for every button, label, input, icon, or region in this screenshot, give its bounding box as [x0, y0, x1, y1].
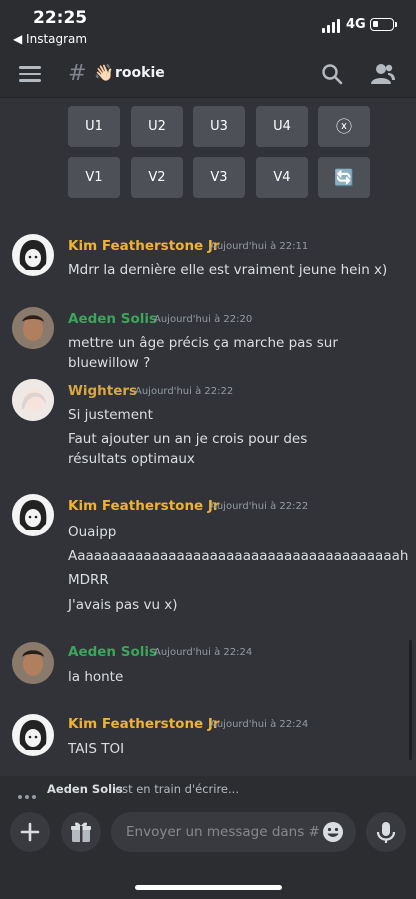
home-indicator[interactable]	[135, 885, 282, 890]
plus-icon[interactable]	[10, 812, 50, 852]
channel-emoji: 👋🏻	[94, 63, 114, 82]
variation-2-button[interactable]: V2	[131, 157, 183, 198]
message-text: J'avais pas vu x)	[68, 597, 178, 613]
signal-icon	[322, 19, 342, 33]
cancel-button[interactable]: ⓧ	[318, 106, 370, 147]
typing-dots-icon	[18, 784, 39, 803]
typing-user: Aeden Solis	[47, 782, 123, 796]
message-timestamp: Aujourd'hui à 22:22	[135, 386, 234, 397]
reroll-button[interactable]: 🔄	[318, 157, 370, 198]
microphone-icon[interactable]	[366, 812, 406, 852]
avatar[interactable]	[12, 494, 54, 536]
battery-icon	[370, 18, 397, 31]
channel-header: # 👋🏻 rookie	[0, 52, 416, 98]
variation-3-button[interactable]: V3	[193, 157, 245, 198]
message-timestamp: Aujourd'hui à 22:11	[210, 241, 309, 252]
message-text: Mdrr la dernière elle est vraiment jeune…	[68, 262, 388, 278]
message-author[interactable]: Aeden Solis	[68, 311, 157, 327]
status-bar: 22:25 ◀ Instagram 4G	[0, 0, 416, 52]
upscale-2-button[interactable]: U2	[131, 106, 183, 147]
message-text: Si justement	[68, 407, 153, 423]
upscale-3-button[interactable]: U3	[193, 106, 245, 147]
message-text: Faut ajouter un an je crois pour des rés…	[68, 431, 308, 467]
message-text: la honte	[68, 669, 124, 685]
message-text: Aaaaaaaaaaaaaaaaaaaaaaaaaaaaaaaaaaaaaaaa…	[68, 548, 409, 564]
menu-icon[interactable]	[19, 66, 41, 82]
message-text: Ouaipp	[68, 524, 117, 540]
cancel-icon: ⓧ	[335, 117, 352, 136]
channel-name[interactable]: rookie	[115, 65, 165, 81]
message-author[interactable]: Aeden Solis	[68, 644, 157, 660]
message-author[interactable]: Kim Featherstone Jr	[68, 716, 220, 732]
search-icon[interactable]	[321, 63, 343, 85]
scrollbar[interactable]	[409, 640, 412, 760]
typing-indicator: Aeden Solis est en train d'écrire...	[0, 776, 416, 802]
typing-text: est en train d'écrire...	[115, 782, 239, 796]
avatar[interactable]	[12, 714, 54, 756]
message-timestamp: Aujourd'hui à 22:20	[154, 314, 253, 325]
gift-icon[interactable]	[61, 812, 101, 852]
message-timestamp: Aujourd'hui à 22:24	[210, 719, 309, 730]
message-author[interactable]: Kim Featherstone Jr	[68, 498, 220, 514]
upscale-1-button[interactable]: U1	[68, 106, 120, 147]
message-input-placeholder: Envoyer un message dans #…	[126, 824, 321, 840]
message-input[interactable]: Envoyer un message dans #…	[111, 812, 356, 852]
message-text: mettre un âge précis ça marche pas sur b…	[68, 335, 338, 371]
avatar[interactable]	[12, 642, 54, 684]
message-composer: Envoyer un message dans #…	[0, 802, 416, 899]
message-timestamp: Aujourd'hui à 22:22	[210, 501, 309, 512]
status-time: 22:25	[33, 8, 88, 28]
message-author[interactable]: Wighters	[68, 383, 137, 399]
message-text: MDRR	[68, 572, 109, 588]
reroll-icon: 🔄	[334, 168, 354, 187]
back-to-instagram-link[interactable]: ◀ Instagram	[13, 32, 87, 46]
variation-4-button[interactable]: V4	[256, 157, 308, 198]
hash-icon: #	[68, 61, 87, 86]
message-text: TAIS TOI	[68, 741, 125, 757]
message-author[interactable]: Kim Featherstone Jr	[68, 238, 220, 254]
message-timestamp: Aujourd'hui à 22:24	[154, 647, 253, 658]
emoji-icon[interactable]	[322, 821, 344, 843]
upscale-4-button[interactable]: U4	[256, 106, 308, 147]
network-label: 4G	[346, 17, 366, 32]
members-icon[interactable]	[371, 63, 395, 85]
avatar[interactable]	[12, 307, 54, 349]
avatar[interactable]	[12, 234, 54, 276]
avatar[interactable]	[12, 379, 54, 421]
variation-1-button[interactable]: V1	[68, 157, 120, 198]
